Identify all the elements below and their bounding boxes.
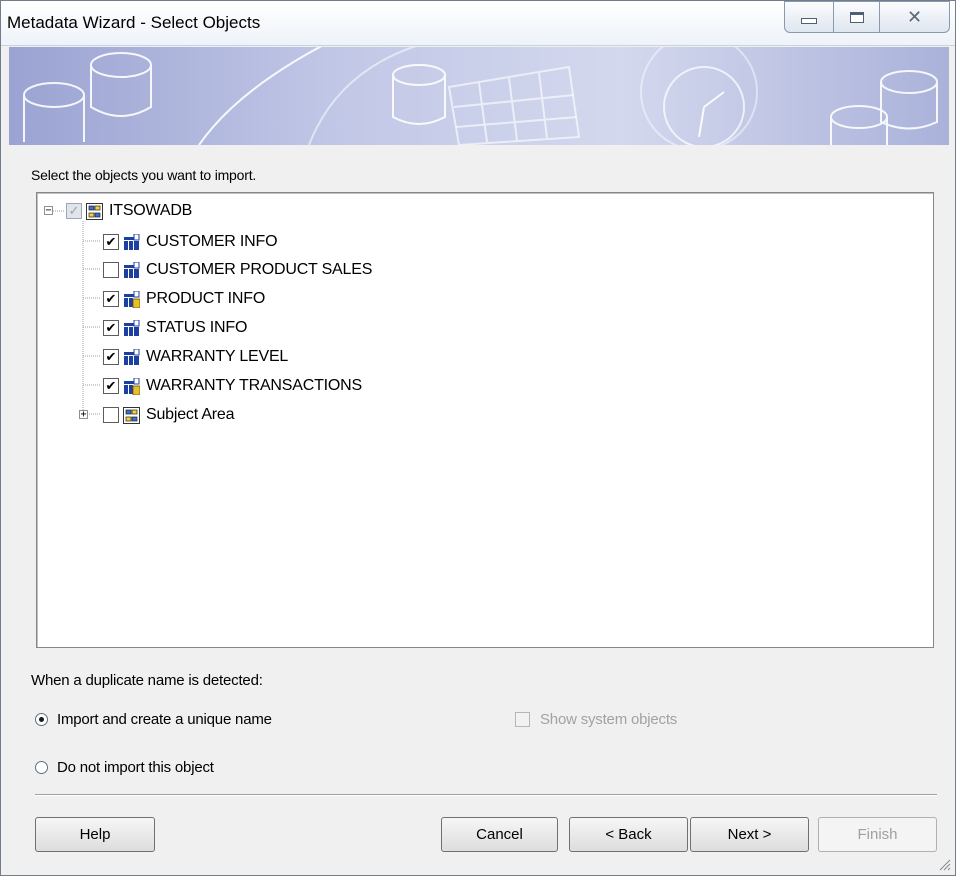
back-button[interactable]: < Back bbox=[569, 817, 688, 852]
radio-selected-dot bbox=[39, 717, 44, 722]
subject-area-expand-toggle[interactable]: + bbox=[79, 410, 88, 420]
option-create-unique-name[interactable]: Import and create a unique name bbox=[35, 711, 272, 728]
cancel-button[interactable]: Cancel bbox=[441, 817, 558, 852]
radio-button[interactable] bbox=[35, 713, 48, 726]
next-button[interactable]: Next > bbox=[690, 817, 809, 852]
instruction-text: Select the objects you want to import. bbox=[31, 167, 257, 183]
checkbox[interactable] bbox=[515, 712, 530, 727]
show-system-objects-checkbox[interactable]: Show system objects bbox=[515, 711, 677, 728]
help-button[interactable]: Help bbox=[35, 817, 155, 852]
table-key-icon bbox=[124, 377, 140, 395]
tree-item-checkbox[interactable] bbox=[103, 262, 119, 278]
root-checkbox[interactable]: ✓ bbox=[66, 203, 82, 219]
radio-button[interactable] bbox=[35, 761, 48, 774]
tree-item-checkbox[interactable]: ✔ bbox=[103, 349, 119, 365]
option-do-not-import[interactable]: Do not import this object bbox=[35, 759, 214, 776]
maximize-button[interactable] bbox=[834, 1, 880, 33]
subject-area-icon bbox=[123, 406, 140, 424]
object-tree[interactable]: − ✓ ITSOWADB ✔ CUSTOMER INFO CUSTOMER PR… bbox=[36, 192, 934, 648]
tree-item-label: STATUS INFO bbox=[146, 319, 248, 336]
table-icon bbox=[124, 233, 140, 250]
tree-item[interactable]: ✔ WARRANTY LEVEL bbox=[103, 345, 288, 369]
title-bar[interactable]: Metadata Wizard - Select Objects ✕ bbox=[1, 1, 955, 46]
tree-item[interactable]: ✔ CUSTOMER INFO bbox=[103, 230, 278, 254]
tree-item-label: WARRANTY LEVEL bbox=[146, 348, 289, 365]
tree-item-label: PRODUCT INFO bbox=[146, 290, 266, 307]
tree-item-label: Subject Area bbox=[146, 406, 235, 423]
tree-item[interactable]: ✔ PRODUCT INFO bbox=[103, 287, 265, 311]
minimize-button[interactable] bbox=[784, 1, 834, 33]
finish-button: Finish bbox=[818, 817, 937, 852]
tree-item-checkbox[interactable] bbox=[103, 407, 119, 423]
tree-item-label: CUSTOMER PRODUCT SALES bbox=[146, 261, 373, 278]
banner-artwork bbox=[23, 47, 938, 145]
radio-label: Do not import this object bbox=[57, 759, 214, 776]
table-icon bbox=[124, 261, 140, 278]
wizard-window: Metadata Wizard - Select Objects ✕ Selec… bbox=[0, 0, 956, 876]
maximize-icon bbox=[849, 11, 864, 23]
tree-root[interactable]: ✓ ITSOWADB bbox=[66, 199, 192, 223]
database-icon bbox=[86, 202, 103, 220]
tree-item[interactable]: ✔ WARRANTY TRANSACTIONS bbox=[103, 374, 362, 398]
table-icon bbox=[124, 319, 140, 336]
tree-item-checkbox[interactable]: ✔ bbox=[103, 378, 119, 394]
tree-item[interactable]: ✔ STATUS INFO bbox=[103, 316, 247, 340]
table-key-icon bbox=[124, 290, 140, 308]
window-controls: ✕ bbox=[784, 1, 952, 35]
close-icon: ✕ bbox=[906, 6, 923, 28]
checkbox-label: Show system objects bbox=[540, 711, 678, 728]
duplicate-heading: When a duplicate name is detected: bbox=[31, 672, 263, 689]
tree-item-checkbox[interactable]: ✔ bbox=[103, 291, 119, 307]
tree-root-label: ITSOWADB bbox=[109, 202, 193, 219]
tree-item-label: CUSTOMER INFO bbox=[146, 233, 278, 250]
window-title: Metadata Wizard - Select Objects bbox=[7, 13, 261, 32]
tree-item-label: WARRANTY TRANSACTIONS bbox=[146, 377, 362, 394]
tree-item[interactable]: CUSTOMER PRODUCT SALES bbox=[103, 258, 372, 282]
minimize-icon bbox=[801, 18, 817, 24]
table-icon bbox=[124, 348, 140, 365]
tree-item-checkbox[interactable]: ✔ bbox=[103, 320, 119, 336]
close-button[interactable]: ✕ bbox=[880, 1, 950, 33]
wizard-banner bbox=[9, 47, 949, 145]
tree-item-checkbox[interactable]: ✔ bbox=[103, 234, 119, 250]
root-collapse-toggle[interactable]: − bbox=[44, 206, 53, 216]
resize-grip-icon[interactable] bbox=[935, 855, 951, 871]
divider bbox=[35, 794, 937, 796]
tree-item[interactable]: Subject Area bbox=[103, 403, 235, 427]
radio-label: Import and create a unique name bbox=[57, 711, 272, 728]
